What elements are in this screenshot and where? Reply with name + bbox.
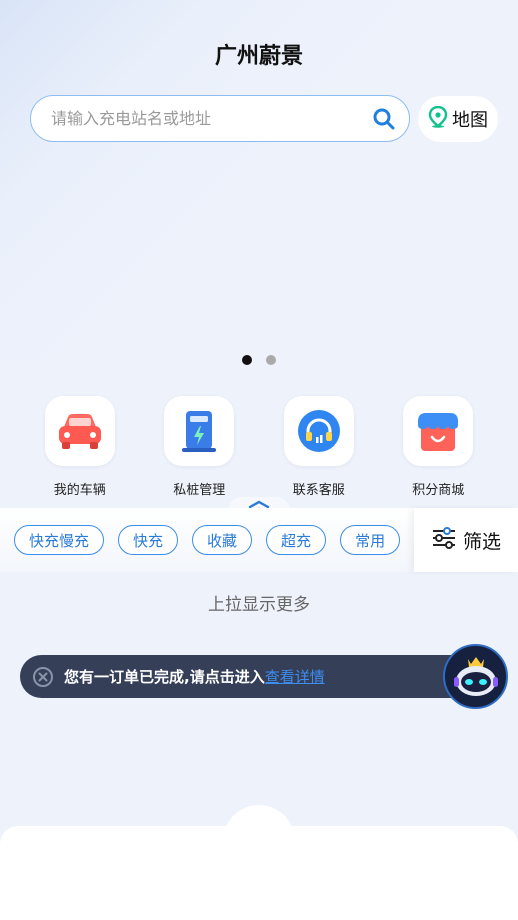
map-button[interactable]: 地图 [418,96,498,142]
banner-pagination [0,355,518,365]
sliders-icon [431,526,457,555]
view-details-link[interactable]: 查看详情 [265,666,325,687]
filter-button[interactable]: 筛选 [414,508,518,572]
charger-icon [164,396,235,466]
filter-button-label: 筛选 [462,530,501,553]
shortcut-label: 联系客服 [292,483,345,498]
assistant-robot-avatar[interactable] [443,644,508,709]
toast-message: 您有一订单已完成,请点击进入 [64,668,265,686]
shortcut-grid: 我的车辆 私桩管理 联系客服 积分商城 [0,396,518,498]
shortcut-label: 我的车辆 [53,483,106,498]
shop-icon [403,396,474,466]
filter-chip-fast[interactable]: 快充 [118,525,179,555]
shortcut-private-charger[interactable]: 私桩管理 [149,396,249,498]
headset-icon [283,396,354,466]
order-toast[interactable]: 您有一订单已完成,请点击进入 查看详情 [20,655,490,698]
shortcut-points-mall[interactable]: 积分商城 [388,396,488,498]
map-pin-icon [428,105,448,133]
car-icon [44,396,115,466]
filter-chip-favorite[interactable]: 收藏 [192,525,253,555]
page-title: 广州蔚景 [214,44,303,69]
pull-up-hint: 上拉显示更多 [208,595,310,615]
search-bar[interactable] [30,95,410,142]
search-input[interactable] [51,109,359,128]
close-icon[interactable] [32,666,54,688]
search-icon[interactable] [359,95,409,142]
pagination-dot[interactable] [266,355,276,365]
filter-chip-fast-slow[interactable]: 快充慢充 [14,525,105,555]
filter-chip-common[interactable]: 常用 [340,525,401,555]
bottom-sheet[interactable] [0,826,518,920]
shortcut-label: 私桩管理 [173,483,226,498]
shortcut-label: 积分商城 [412,483,465,498]
filter-chip-super[interactable]: 超充 [266,525,327,555]
shortcut-my-vehicle[interactable]: 我的车辆 [30,396,130,498]
filter-bar: 快充慢充 快充 收藏 超充 常用 筛选 [0,508,518,572]
map-button-label: 地图 [452,110,488,131]
shortcut-customer-service[interactable]: 联系客服 [269,396,369,498]
pagination-dot-active[interactable] [242,355,252,365]
